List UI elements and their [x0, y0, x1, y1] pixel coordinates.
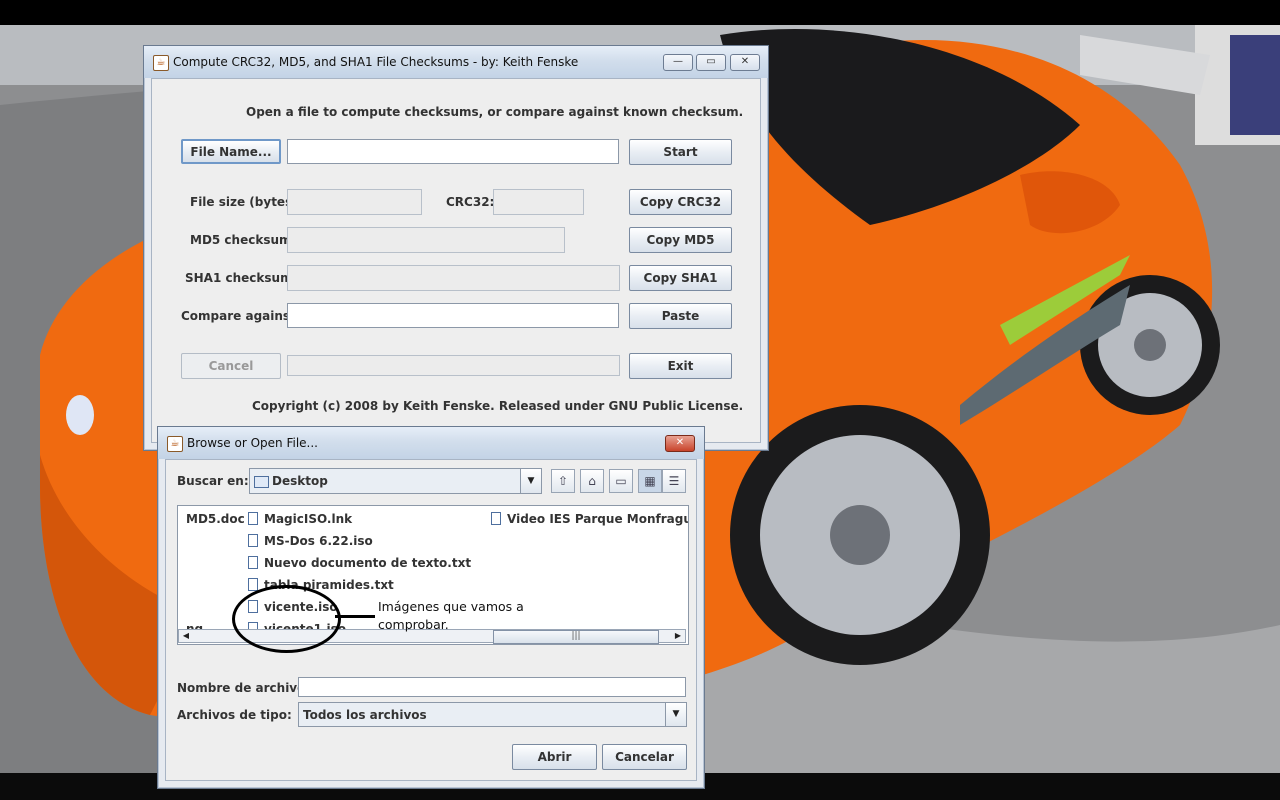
dialog-file-name-label: Nombre de archivo:: [177, 681, 311, 695]
scroll-left-icon[interactable]: ◀: [179, 630, 193, 642]
paste-button[interactable]: Paste: [629, 303, 732, 329]
dialog-toolbar: ⇧ ⌂ ▭ ▦ ☰: [551, 469, 691, 493]
minimize-button[interactable]: —: [663, 54, 693, 71]
file-dialog-titlebar[interactable]: ☕ Browse or Open File... ✕: [158, 427, 704, 459]
cancel-button[interactable]: Cancel: [181, 353, 281, 379]
checksum-window-title: Compute CRC32, MD5, and SHA1 File Checks…: [173, 55, 579, 69]
file-size-field[interactable]: [287, 189, 422, 215]
file-label: MS-Dos 6.22.iso: [264, 534, 373, 548]
scroll-right-icon[interactable]: ▶: [671, 630, 685, 642]
java-app-icon: ☕: [153, 55, 169, 71]
dialog-cancel-button[interactable]: Cancelar: [602, 744, 687, 770]
copyright-text: Copyright (c) 2008 by Keith Fenske. Rele…: [252, 399, 744, 413]
compare-label: Compare against:: [181, 309, 301, 323]
close-button[interactable]: ✕: [730, 54, 760, 71]
checksum-window-titlebar[interactable]: ☕ Compute CRC32, MD5, and SHA1 File Chec…: [144, 46, 768, 78]
file-type-value: Todos los archivos: [303, 708, 427, 722]
sha1-field[interactable]: [287, 265, 620, 291]
progress-bar: [287, 355, 620, 376]
chevron-down-icon[interactable]: ▼: [520, 469, 541, 493]
chevron-down-icon[interactable]: ▼: [665, 703, 686, 726]
md5-label: MD5 checksum:: [190, 233, 297, 247]
look-in-value: Desktop: [272, 474, 328, 488]
annotation-text-line1: Imágenes que vamos a: [378, 599, 524, 614]
file-icon: [491, 512, 501, 525]
checksum-window-client: Open a file to compute checksums, or com…: [151, 78, 761, 443]
crc32-label: CRC32:: [446, 195, 495, 209]
open-button[interactable]: Abrir: [512, 744, 597, 770]
checksum-window: ☕ Compute CRC32, MD5, and SHA1 File Chec…: [143, 45, 769, 451]
crc32-field[interactable]: [493, 189, 584, 215]
file-icon: [248, 556, 258, 569]
instruction-text: Open a file to compute checksums, or com…: [246, 105, 744, 119]
list-item[interactable]: Video IES Parque Monfrague IE.m: [491, 510, 688, 528]
list-item[interactable]: MS-Dos 6.22.iso: [248, 532, 373, 550]
annotation-text-line2: comprobar.: [378, 617, 449, 632]
home-icon[interactable]: ⌂: [580, 469, 604, 493]
annotation-ellipse: [232, 585, 341, 653]
look-in-label: Buscar en:: [177, 474, 249, 488]
file-size-label: File size (bytes):: [190, 195, 303, 209]
screen-top-bar: [0, 0, 1280, 25]
file-type-combo[interactable]: Todos los archivos ▼: [298, 702, 687, 727]
maximize-button[interactable]: ▭: [696, 54, 726, 71]
sha1-label: SHA1 checksum:: [185, 271, 298, 285]
annotation-line: [335, 615, 375, 618]
details-view-icon[interactable]: ☰: [662, 469, 686, 493]
up-folder-icon[interactable]: ⇧: [551, 469, 575, 493]
copy-crc32-button[interactable]: Copy CRC32: [629, 189, 732, 215]
file-label: Nuevo documento de texto.txt: [264, 556, 472, 570]
file-icon: [248, 534, 258, 547]
dialog-file-name-input[interactable]: [298, 677, 686, 697]
list-item[interactable]: MD5.doc: [186, 510, 245, 528]
compare-input[interactable]: [287, 303, 619, 328]
file-icon: [248, 578, 258, 591]
scrollbar-thumb[interactable]: |||: [493, 630, 659, 644]
copy-sha1-button[interactable]: Copy SHA1: [629, 265, 732, 291]
file-name-input[interactable]: [287, 139, 619, 164]
list-item[interactable]: Nuevo documento de texto.txt: [248, 554, 471, 572]
exit-button[interactable]: Exit: [629, 353, 732, 379]
list-item[interactable]: MagicISO.lnk: [248, 510, 352, 528]
md5-field[interactable]: [287, 227, 565, 253]
copy-md5-button[interactable]: Copy MD5: [629, 227, 732, 253]
file-label: Video IES Parque Monfrague IE.m: [507, 512, 688, 526]
dialog-close-button[interactable]: ✕: [665, 435, 695, 452]
folder-icon: [254, 476, 269, 488]
file-type-label: Archivos de tipo:: [177, 708, 292, 722]
file-dialog-title: Browse or Open File...: [187, 436, 318, 450]
java-dialog-icon: ☕: [167, 436, 183, 452]
file-name-button[interactable]: File Name...: [181, 139, 281, 164]
file-label: MagicISO.lnk: [264, 512, 353, 526]
look-in-combo[interactable]: Desktop ▼: [249, 468, 542, 494]
file-icon: [248, 512, 258, 525]
new-folder-icon[interactable]: ▭: [609, 469, 633, 493]
list-view-icon[interactable]: ▦: [638, 469, 662, 493]
start-button[interactable]: Start: [629, 139, 732, 165]
